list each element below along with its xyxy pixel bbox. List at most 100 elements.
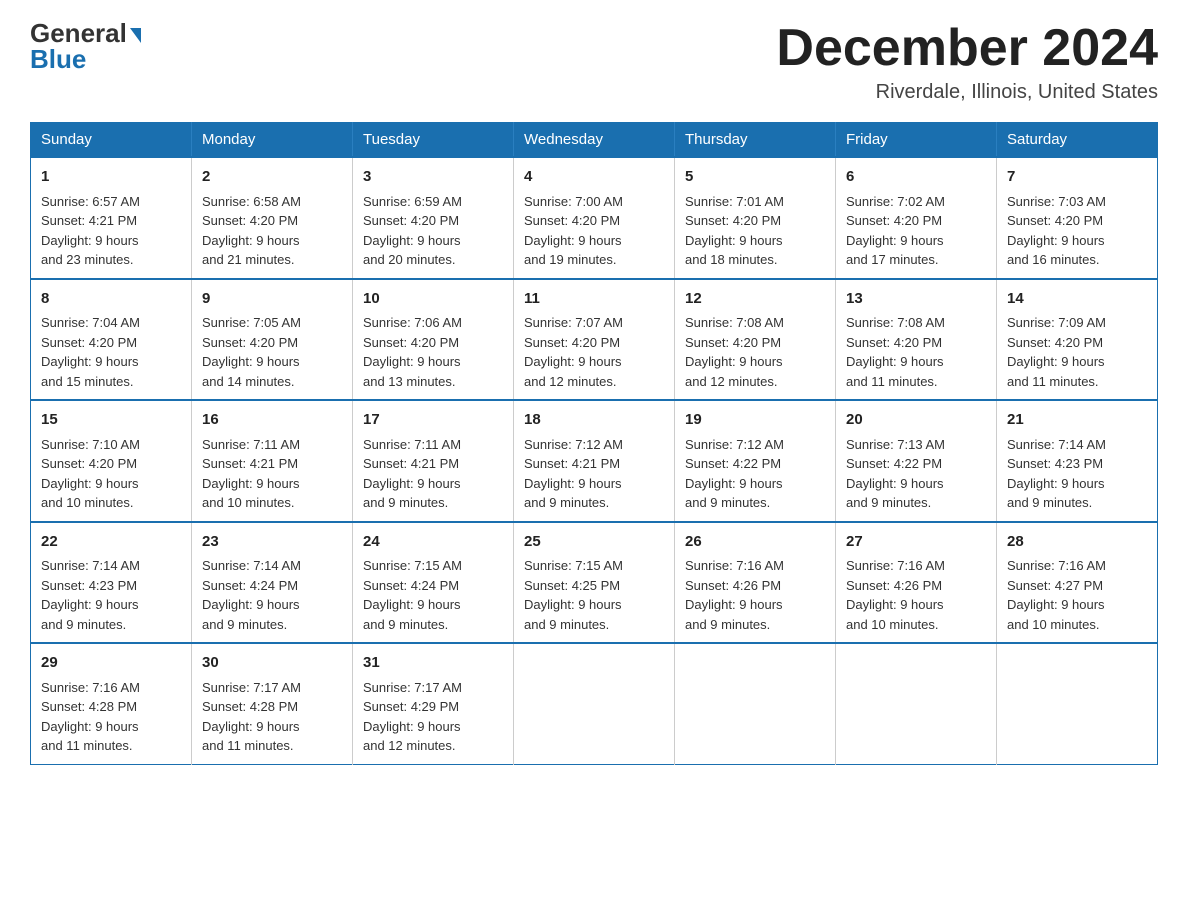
sunset-text: Sunset: 4:20 PM (363, 213, 459, 228)
calendar-cell: 22Sunrise: 7:14 AMSunset: 4:23 PMDayligh… (31, 522, 192, 644)
daylight-text: Daylight: 9 hours (41, 233, 139, 248)
daylight-text: Daylight: 9 hours (41, 597, 139, 612)
calendar-cell: 1Sunrise: 6:57 AMSunset: 4:21 PMDaylight… (31, 157, 192, 279)
sunrise-text: Sunrise: 7:05 AM (202, 315, 301, 330)
sunrise-text: Sunrise: 6:57 AM (41, 194, 140, 209)
day-number: 16 (202, 409, 342, 432)
col-friday: Friday (836, 123, 997, 158)
calendar-cell: 24Sunrise: 7:15 AMSunset: 4:24 PMDayligh… (353, 522, 514, 644)
calendar-cell: 6Sunrise: 7:02 AMSunset: 4:20 PMDaylight… (836, 157, 997, 279)
sunset-text: Sunset: 4:20 PM (202, 213, 298, 228)
sunrise-text: Sunrise: 7:11 AM (363, 437, 461, 452)
page-header: General Blue December 2024 Riverdale, Il… (30, 20, 1158, 104)
daylight-minutes-text: and 11 minutes. (846, 374, 938, 389)
calendar-cell: 13Sunrise: 7:08 AMSunset: 4:20 PMDayligh… (836, 279, 997, 401)
calendar-cell: 2Sunrise: 6:58 AMSunset: 4:20 PMDaylight… (192, 157, 353, 279)
calendar-row-5: 29Sunrise: 7:16 AMSunset: 4:28 PMDayligh… (31, 643, 1158, 764)
daylight-minutes-text: and 9 minutes. (41, 617, 126, 632)
sunrise-text: Sunrise: 7:16 AM (846, 558, 945, 573)
daylight-minutes-text: and 11 minutes. (1007, 374, 1099, 389)
sunset-text: Sunset: 4:25 PM (524, 578, 620, 593)
daylight-minutes-text: and 9 minutes. (363, 495, 448, 510)
sunrise-text: Sunrise: 7:11 AM (202, 437, 300, 452)
sunset-text: Sunset: 4:26 PM (846, 578, 942, 593)
daylight-text: Daylight: 9 hours (202, 354, 300, 369)
daylight-text: Daylight: 9 hours (1007, 476, 1105, 491)
calendar-cell (675, 643, 836, 764)
calendar-row-1: 1Sunrise: 6:57 AMSunset: 4:21 PMDaylight… (31, 157, 1158, 279)
sunset-text: Sunset: 4:28 PM (202, 699, 298, 714)
day-number: 9 (202, 288, 342, 311)
sunset-text: Sunset: 4:21 PM (202, 456, 298, 471)
daylight-minutes-text: and 9 minutes. (1007, 495, 1092, 510)
month-title: December 2024 (776, 20, 1158, 77)
daylight-text: Daylight: 9 hours (363, 354, 461, 369)
logo: General Blue (30, 20, 141, 72)
sunset-text: Sunset: 4:21 PM (524, 456, 620, 471)
day-number: 21 (1007, 409, 1147, 432)
day-number: 8 (41, 288, 181, 311)
day-number: 27 (846, 531, 986, 554)
daylight-minutes-text: and 11 minutes. (202, 738, 294, 753)
calendar-cell: 8Sunrise: 7:04 AMSunset: 4:20 PMDaylight… (31, 279, 192, 401)
sunrise-text: Sunrise: 7:09 AM (1007, 315, 1106, 330)
calendar-cell (997, 643, 1158, 764)
daylight-minutes-text: and 12 minutes. (524, 374, 617, 389)
calendar-table: Sunday Monday Tuesday Wednesday Thursday… (30, 122, 1158, 765)
sunrise-text: Sunrise: 7:15 AM (524, 558, 623, 573)
calendar-cell: 12Sunrise: 7:08 AMSunset: 4:20 PMDayligh… (675, 279, 836, 401)
sunset-text: Sunset: 4:26 PM (685, 578, 781, 593)
daylight-minutes-text: and 12 minutes. (363, 738, 456, 753)
calendar-cell (836, 643, 997, 764)
calendar-cell: 21Sunrise: 7:14 AMSunset: 4:23 PMDayligh… (997, 400, 1158, 522)
calendar-header: Sunday Monday Tuesday Wednesday Thursday… (31, 123, 1158, 158)
sunrise-text: Sunrise: 7:10 AM (41, 437, 140, 452)
day-number: 1 (41, 166, 181, 189)
col-sunday: Sunday (31, 123, 192, 158)
calendar-row-4: 22Sunrise: 7:14 AMSunset: 4:23 PMDayligh… (31, 522, 1158, 644)
sunset-text: Sunset: 4:20 PM (202, 335, 298, 350)
calendar-cell: 3Sunrise: 6:59 AMSunset: 4:20 PMDaylight… (353, 157, 514, 279)
sunrise-text: Sunrise: 7:03 AM (1007, 194, 1106, 209)
day-number: 31 (363, 652, 503, 675)
daylight-minutes-text: and 10 minutes. (202, 495, 295, 510)
calendar-cell: 7Sunrise: 7:03 AMSunset: 4:20 PMDaylight… (997, 157, 1158, 279)
sunset-text: Sunset: 4:20 PM (685, 335, 781, 350)
day-number: 29 (41, 652, 181, 675)
calendar-cell: 29Sunrise: 7:16 AMSunset: 4:28 PMDayligh… (31, 643, 192, 764)
sunset-text: Sunset: 4:27 PM (1007, 578, 1103, 593)
daylight-text: Daylight: 9 hours (41, 719, 139, 734)
sunrise-text: Sunrise: 7:07 AM (524, 315, 623, 330)
sunrise-text: Sunrise: 6:58 AM (202, 194, 301, 209)
sunset-text: Sunset: 4:21 PM (363, 456, 459, 471)
day-number: 18 (524, 409, 664, 432)
sunrise-text: Sunrise: 7:16 AM (1007, 558, 1106, 573)
calendar-cell: 5Sunrise: 7:01 AMSunset: 4:20 PMDaylight… (675, 157, 836, 279)
calendar-cell: 10Sunrise: 7:06 AMSunset: 4:20 PMDayligh… (353, 279, 514, 401)
day-number: 19 (685, 409, 825, 432)
day-number: 30 (202, 652, 342, 675)
daylight-minutes-text: and 10 minutes. (1007, 617, 1100, 632)
calendar-row-2: 8Sunrise: 7:04 AMSunset: 4:20 PMDaylight… (31, 279, 1158, 401)
day-number: 17 (363, 409, 503, 432)
sunrise-text: Sunrise: 7:08 AM (685, 315, 784, 330)
calendar-cell: 11Sunrise: 7:07 AMSunset: 4:20 PMDayligh… (514, 279, 675, 401)
sunset-text: Sunset: 4:20 PM (524, 335, 620, 350)
calendar-cell: 19Sunrise: 7:12 AMSunset: 4:22 PMDayligh… (675, 400, 836, 522)
col-wednesday: Wednesday (514, 123, 675, 158)
daylight-minutes-text: and 11 minutes. (41, 738, 133, 753)
daylight-minutes-text: and 19 minutes. (524, 252, 617, 267)
sunset-text: Sunset: 4:24 PM (202, 578, 298, 593)
day-number: 26 (685, 531, 825, 554)
daylight-text: Daylight: 9 hours (685, 233, 783, 248)
sunset-text: Sunset: 4:20 PM (41, 335, 137, 350)
logo-triangle-icon (130, 28, 141, 43)
sunset-text: Sunset: 4:23 PM (1007, 456, 1103, 471)
calendar-cell: 31Sunrise: 7:17 AMSunset: 4:29 PMDayligh… (353, 643, 514, 764)
days-of-week-row: Sunday Monday Tuesday Wednesday Thursday… (31, 123, 1158, 158)
sunset-text: Sunset: 4:20 PM (846, 213, 942, 228)
daylight-minutes-text: and 9 minutes. (685, 617, 770, 632)
daylight-text: Daylight: 9 hours (846, 476, 944, 491)
sunrise-text: Sunrise: 7:13 AM (846, 437, 945, 452)
daylight-text: Daylight: 9 hours (41, 354, 139, 369)
